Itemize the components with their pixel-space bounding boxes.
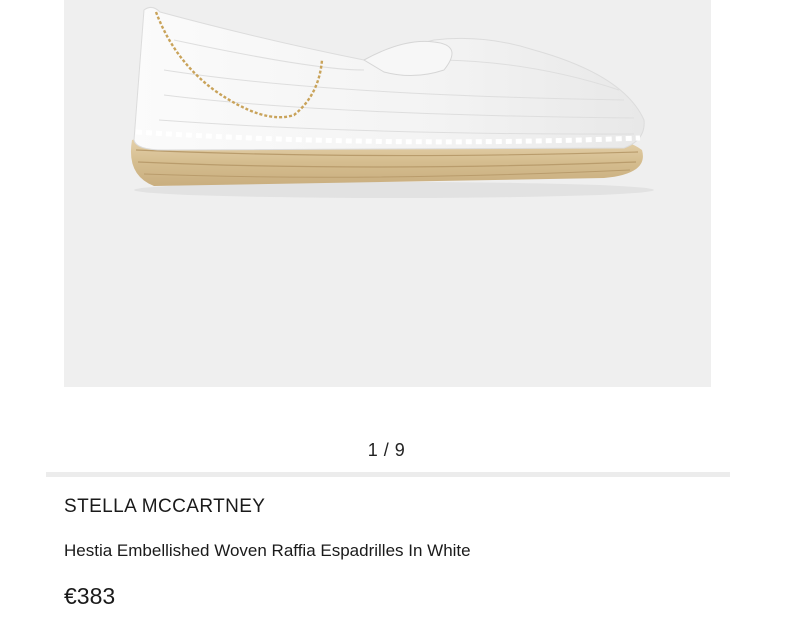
product-image[interactable] (64, 0, 711, 387)
current-image-index: 1 (367, 440, 379, 460)
total-image-count: 9 (394, 440, 406, 460)
product-page: 1 / 9 STELLA MCCARTNEY Hestia Embellishe… (0, 0, 800, 620)
product-image-gallery[interactable] (64, 0, 711, 387)
image-counter: 1 / 9 (0, 440, 773, 461)
product-title: Hestia Embellished Woven Raffia Espadril… (64, 541, 471, 560)
counter-separator: / (378, 440, 395, 460)
brand-name[interactable]: STELLA MCCARTNEY (64, 496, 265, 518)
product-price: €383 (64, 583, 116, 609)
section-divider (46, 472, 730, 477)
